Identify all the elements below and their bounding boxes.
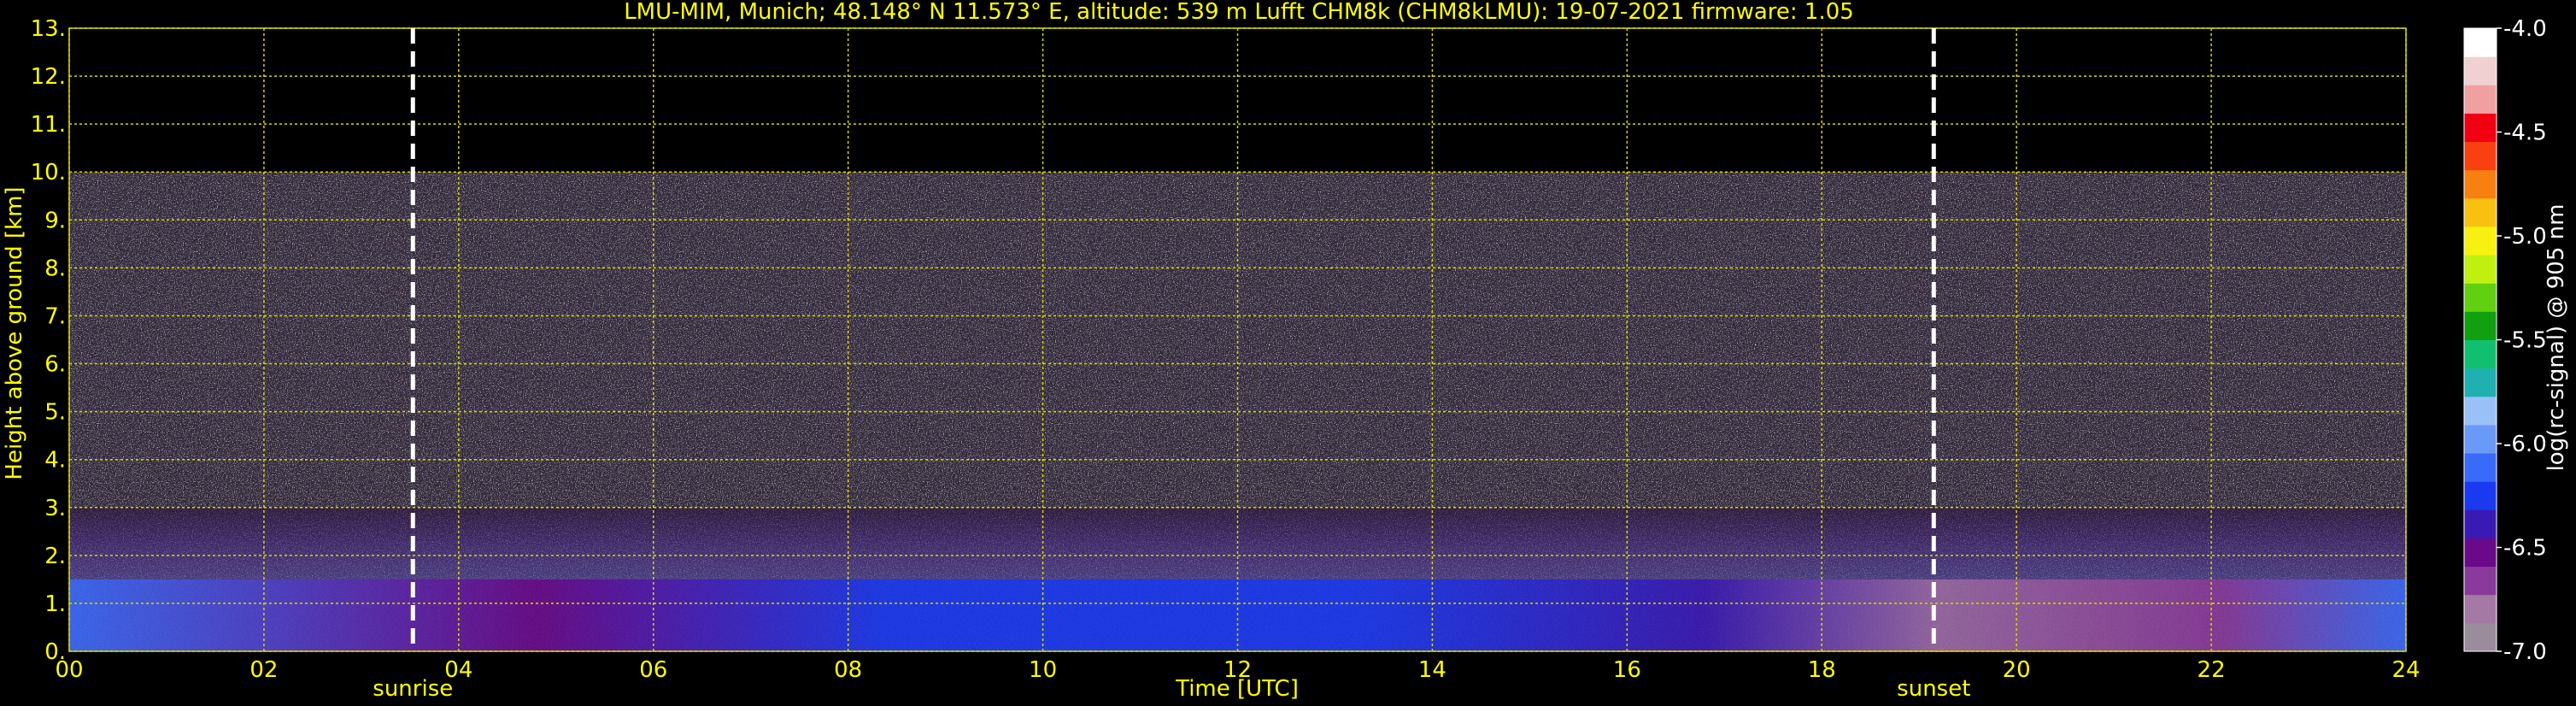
x-tick-label: 04 xyxy=(444,657,472,683)
y-tick-label: 6. xyxy=(44,352,66,378)
x-tick-label: 02 xyxy=(249,657,278,683)
colorbar-swatch xyxy=(2464,453,2497,482)
y-tick-label: 3. xyxy=(44,496,66,521)
x-axis-label: Time [UTC] xyxy=(1175,676,1299,702)
colorbar-swatch xyxy=(2464,566,2497,596)
colorbar-swatch xyxy=(2464,56,2497,85)
colorbar-swatch xyxy=(2464,509,2497,538)
x-tick-label: 10 xyxy=(1029,657,1057,683)
colorbar-swatch xyxy=(2464,481,2497,510)
y-tick-label: 2. xyxy=(44,544,66,569)
chart-title: LMU-MIM, Munich; 48.148° N 11.573° E, al… xyxy=(624,0,1854,25)
colorbar-swatch xyxy=(2464,197,2497,227)
marker-sunrise-label: sunrise xyxy=(373,676,453,702)
colorbar-swatch xyxy=(2464,255,2497,284)
colorbar-swatch xyxy=(2464,594,2497,624)
colorbar-tick-label: -5.0 xyxy=(2503,224,2547,250)
colorbar-tick-label: -6.5 xyxy=(2503,536,2547,562)
marker-sunset-label: sunset xyxy=(1897,676,1970,702)
x-tick-label: 24 xyxy=(2391,657,2420,683)
x-tick-label: 18 xyxy=(1808,657,1836,683)
colorbar-swatch xyxy=(2464,368,2497,397)
colorbar-swatch xyxy=(2464,141,2497,171)
y-tick-label: 0. xyxy=(44,639,66,665)
colorbar-swatch xyxy=(2464,28,2497,57)
colorbar-swatch xyxy=(2464,339,2497,369)
y-tick-label: 11. xyxy=(31,112,66,138)
colorbar-tick-label: -5.5 xyxy=(2503,328,2547,354)
colorbar-swatch xyxy=(2464,396,2497,426)
y-tick-label: 9. xyxy=(44,208,66,233)
colorbar-label: log(rc-signal) @ 905 nm xyxy=(2544,204,2569,472)
colorbar-tick-label: -4.5 xyxy=(2503,121,2547,146)
y-tick-label: 1. xyxy=(44,591,66,617)
x-tick-label: 08 xyxy=(834,657,862,683)
y-tick-label: 13. xyxy=(31,16,66,42)
colorbar-swatch xyxy=(2464,622,2497,652)
colorbar-swatch xyxy=(2464,311,2497,340)
y-tick-label: 12. xyxy=(31,64,66,90)
colorbar-swatch xyxy=(2464,538,2497,568)
x-tick-label: 20 xyxy=(2003,657,2031,683)
colorbar-swatch xyxy=(2464,169,2497,199)
x-tick-label: 14 xyxy=(1418,657,1446,683)
ceilometer-chart: sunrise sunset 00 02 04 06 08 10 12 14 16 18 20 22 24… xyxy=(0,0,2576,706)
colorbar-swatch xyxy=(2464,113,2497,143)
colorbar-tick-label: -7.0 xyxy=(2503,639,2547,665)
colorbar-tick-label: -6.0 xyxy=(2503,432,2547,457)
colorbar-tick-label: -4.0 xyxy=(2503,16,2547,42)
x-tick-label: 22 xyxy=(2198,657,2226,683)
x-tick-label: 16 xyxy=(1613,657,1641,683)
y-tick-label: 5. xyxy=(44,400,66,426)
colorbar-swatch xyxy=(2464,85,2497,114)
x-tick-label: 06 xyxy=(639,657,667,683)
y-tick-label: 8. xyxy=(44,256,66,281)
y-tick-label: 7. xyxy=(44,303,66,329)
y-axis-label: Height above ground [km] xyxy=(2,186,27,479)
colorbar-swatch xyxy=(2464,283,2497,312)
colorbar-swatch xyxy=(2464,226,2497,256)
colorbar-swatch xyxy=(2464,424,2497,454)
y-tick-label: 10. xyxy=(31,160,66,185)
y-tick-label: 4. xyxy=(44,448,66,474)
